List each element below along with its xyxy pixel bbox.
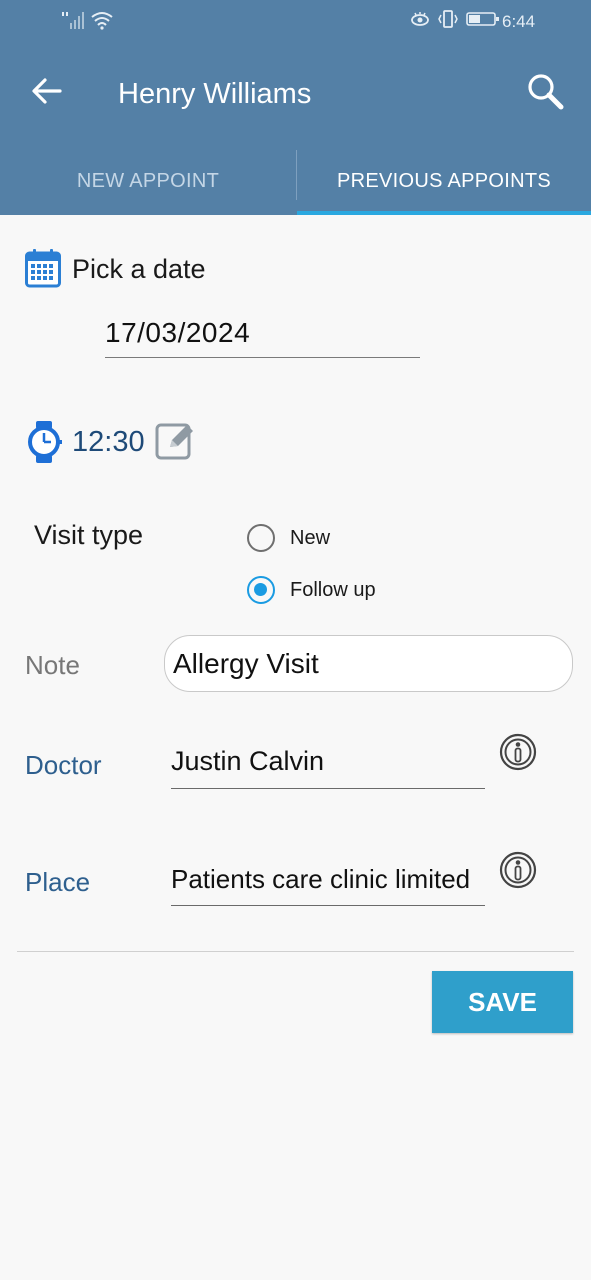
note-label: Note (25, 650, 80, 680)
time-value[interactable]: 12:30 (72, 426, 145, 459)
calendar-icon[interactable] (25, 248, 61, 288)
battery-icon (466, 12, 499, 26)
date-field[interactable]: 17/03/2024 (105, 313, 420, 358)
visit-type-label: Visit type (34, 520, 144, 550)
status-bar: 6:44 (0, 0, 591, 44)
edit-icon[interactable] (154, 420, 196, 462)
back-arrow-icon[interactable] (30, 74, 64, 108)
visit-type-new-option[interactable]: New (247, 524, 330, 552)
doctor-field[interactable]: Justin Calvin (171, 746, 485, 789)
place-info-icon[interactable] (499, 851, 537, 889)
visit-type-follow-up-option[interactable]: Follow up (247, 576, 376, 604)
watch-icon (28, 421, 62, 463)
search-icon[interactable] (524, 70, 566, 112)
doctor-info-icon[interactable] (499, 733, 537, 771)
doctor-label: Doctor (25, 750, 102, 780)
tab-indicator (297, 211, 591, 215)
place-field[interactable]: Patients care clinic limited (171, 864, 485, 906)
note-field[interactable]: Allergy Visit (164, 635, 573, 692)
radio-new[interactable] (247, 524, 275, 552)
page-title: Henry Williams (118, 78, 312, 110)
pick-date-label: Pick a date (72, 254, 206, 284)
tab-new-appoint[interactable]: NEW APPOINT (0, 148, 296, 215)
radio-new-label: New (290, 526, 331, 549)
wifi-icon (91, 12, 113, 30)
radio-follow-up[interactable] (247, 576, 275, 604)
save-button[interactable]: SAVE (432, 971, 573, 1033)
signal-icon (62, 12, 84, 29)
radio-follow-up-label: Follow up (290, 578, 376, 601)
eye-icon (411, 12, 429, 26)
divider (17, 951, 574, 952)
note-value: Allergy Visit (173, 647, 319, 679)
status-time: 6:44 (502, 12, 536, 31)
vibrate-icon (438, 10, 458, 28)
app-header: 6:44 Henry Williams NEW APPOINT PREVIOUS… (0, 0, 591, 215)
place-label: Place (25, 867, 91, 897)
tab-previous-appoints[interactable]: PREVIOUS APPOINTS (297, 148, 591, 215)
